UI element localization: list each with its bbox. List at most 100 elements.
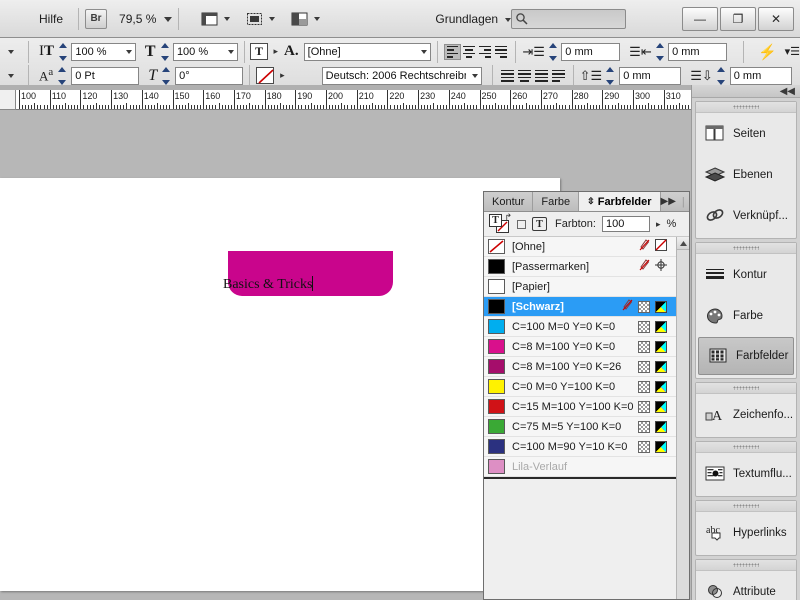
swatch-row[interactable]: C=100 M=0 Y=0 K=0	[484, 317, 689, 337]
document-text-frame[interactable]: Basics & Tricks	[223, 276, 314, 293]
dock-group-grip[interactable]	[696, 560, 796, 571]
swatch-color-chip[interactable]	[488, 259, 505, 274]
close-button[interactable]: ✕	[758, 6, 794, 31]
screen-mode-group[interactable]	[199, 9, 231, 29]
dock-item-seiten[interactable]: Seiten	[696, 113, 796, 154]
dock-item-hyperlinks[interactable]: abc Hyperlinks	[696, 512, 796, 553]
scroll-up-arrow[interactable]	[677, 237, 689, 250]
left-indent-stepper[interactable]	[548, 42, 559, 61]
fill-proxy[interactable]: T	[489, 214, 502, 227]
vertical-scale-field[interactable]: 100 %	[71, 42, 136, 61]
frame-view-icon[interactable]	[244, 9, 266, 29]
workspace-switcher-label[interactable]: Grundlagen	[435, 12, 498, 26]
language-field[interactable]: Deutsch: 2006 Rechtschreibr	[321, 66, 482, 85]
dock-item-attribute[interactable]: Attribute	[696, 571, 796, 600]
dock-item-farbfelder[interactable]: Farbfelder	[698, 337, 794, 375]
swatch-row[interactable]: [Ohne]	[484, 237, 689, 257]
tab-kontur[interactable]: Kontur	[484, 192, 534, 211]
swatch-color-chip[interactable]	[488, 319, 505, 334]
dock-group-grip[interactable]	[696, 383, 796, 394]
search-box[interactable]	[511, 8, 627, 29]
dock-item-kontur[interactable]: Kontur	[696, 254, 796, 295]
horizontal-scale-arrow[interactable]	[227, 49, 234, 54]
justify-center-button[interactable]	[516, 68, 533, 84]
swatch-color-chip[interactable]	[488, 399, 505, 414]
swatch-color-chip[interactable]	[488, 379, 505, 394]
document-page[interactable]	[0, 178, 560, 591]
swatch-color-chip[interactable]	[488, 439, 505, 454]
skew-stepper[interactable]	[162, 66, 173, 85]
screen-mode-icon[interactable]	[199, 9, 221, 29]
formatting-affects-text-icon[interactable]: T	[250, 43, 268, 60]
control-bar-mode-arrow-bottom[interactable]	[8, 73, 14, 78]
collapse-dock-icon[interactable]: ◀◀	[780, 86, 795, 97]
horizontal-scale-stepper[interactable]	[160, 42, 171, 61]
swatch-row[interactable]: C=0 M=0 Y=100 K=0	[484, 377, 689, 397]
vertical-scale-stepper[interactable]	[58, 42, 69, 61]
screen-mode-dropdown-arrow[interactable]	[224, 16, 231, 21]
swatch-row[interactable]: C=8 M=100 Y=0 K=0	[484, 337, 689, 357]
maximize-button[interactable]: ❐	[720, 6, 756, 31]
left-indent-field[interactable]: 0 mm	[561, 42, 621, 61]
tab-farbe[interactable]: Farbe	[533, 192, 580, 211]
menu-hilfe[interactable]: Hilfe	[30, 9, 72, 29]
formatting-affects-text-arrow[interactable]: ▸	[274, 46, 279, 57]
search-input[interactable]	[529, 12, 618, 25]
swatch-color-chip[interactable]	[488, 239, 505, 254]
swatch-row[interactable]: [Passermarken]	[484, 257, 689, 277]
baseline-shift-field[interactable]: 0 Pt	[71, 66, 140, 85]
swap-fill-stroke-icon[interactable]: ↱	[504, 212, 512, 223]
container-formatting-icon[interactable]	[517, 219, 526, 229]
frame-view-dropdown-arrow[interactable]	[269, 16, 276, 21]
dock-item-verkn-pf[interactable]: Verknüpf...	[696, 195, 796, 236]
language-arrow[interactable]	[471, 73, 478, 78]
tint-slider-arrow[interactable]: ▸	[656, 219, 661, 230]
panel-menu-icon[interactable]: ▾☰	[785, 45, 800, 58]
character-style-arrow[interactable]	[421, 49, 428, 54]
align-right-button[interactable]	[477, 44, 493, 60]
swatch-row[interactable]: Lila-Verlauf	[484, 457, 689, 477]
tab-farbfelder[interactable]: ⇳ Farbfelder	[579, 192, 661, 211]
justify-right-button[interactable]	[533, 68, 550, 84]
swatch-color-chip[interactable]	[488, 339, 505, 354]
frame-view-group[interactable]	[244, 9, 276, 29]
justify-last-left-button[interactable]	[493, 44, 509, 60]
swatch-row[interactable]: [Papier]	[484, 277, 689, 297]
swatch-color-chip[interactable]	[488, 359, 505, 374]
horizontal-scale-field[interactable]: 100 %	[172, 42, 238, 61]
swatch-color-chip[interactable]	[488, 459, 505, 474]
minimize-button[interactable]: —	[682, 6, 718, 31]
ruler-corner[interactable]	[0, 90, 16, 110]
swatches-list[interactable]: [Ohne] [Passermarken] [Papier] [Schwarz] C=1…	[484, 237, 689, 599]
vertical-scale-arrow[interactable]	[125, 49, 132, 54]
justify-all-button[interactable]	[499, 68, 516, 84]
dock-item-ebenen[interactable]: Ebenen	[696, 154, 796, 195]
character-style-field[interactable]: [Ohne]	[303, 42, 432, 61]
arrange-documents-dropdown-arrow[interactable]	[314, 16, 321, 21]
swatch-row[interactable]: [Schwarz]	[484, 297, 689, 317]
bridge-button[interactable]: Br	[85, 8, 108, 29]
right-indent-stepper[interactable]	[655, 42, 666, 61]
dock-item-textumflu[interactable]: Textumflu...	[696, 453, 796, 494]
dock-item-zeichenfo[interactable]: A Zeichenfo...	[696, 394, 796, 435]
collapse-panel-icon[interactable]: ▶▶	[661, 196, 676, 207]
dock-group-grip[interactable]	[696, 442, 796, 453]
dock-group-grip[interactable]	[696, 243, 796, 254]
swatch-color-chip[interactable]	[488, 419, 505, 434]
swatches-panel[interactable]: Kontur Farbe ⇳ Farbfelder ▶▶ | ▾☰ T ↱	[483, 191, 705, 600]
baseline-shift-stepper[interactable]	[58, 66, 69, 85]
swatch-row[interactable]: C=100 M=90 Y=10 K=0	[484, 437, 689, 457]
dock-item-farbe[interactable]: Farbe	[696, 295, 796, 336]
swatches-scrollbar[interactable]	[676, 237, 689, 599]
arrange-documents-group[interactable]	[289, 9, 321, 29]
right-indent-field[interactable]: 0 mm	[668, 42, 727, 61]
fill-stroke-proxy-icon[interactable]: T ↱	[489, 212, 512, 234]
tint-value[interactable]: 100	[601, 216, 650, 232]
align-center-button[interactable]	[461, 44, 477, 60]
skew-field[interactable]: 0°	[175, 66, 244, 85]
space-after-field[interactable]: 0 mm	[729, 66, 792, 85]
swatch-row[interactable]: C=75 M=5 Y=100 K=0	[484, 417, 689, 437]
control-bar-mode-arrow-top[interactable]	[8, 49, 14, 54]
horizontal-ruler[interactable]: 100 110 120 130 140 150 160 170 180 190 200 210 220 2…	[16, 90, 691, 110]
swatches-empty-area[interactable]	[484, 477, 689, 599]
